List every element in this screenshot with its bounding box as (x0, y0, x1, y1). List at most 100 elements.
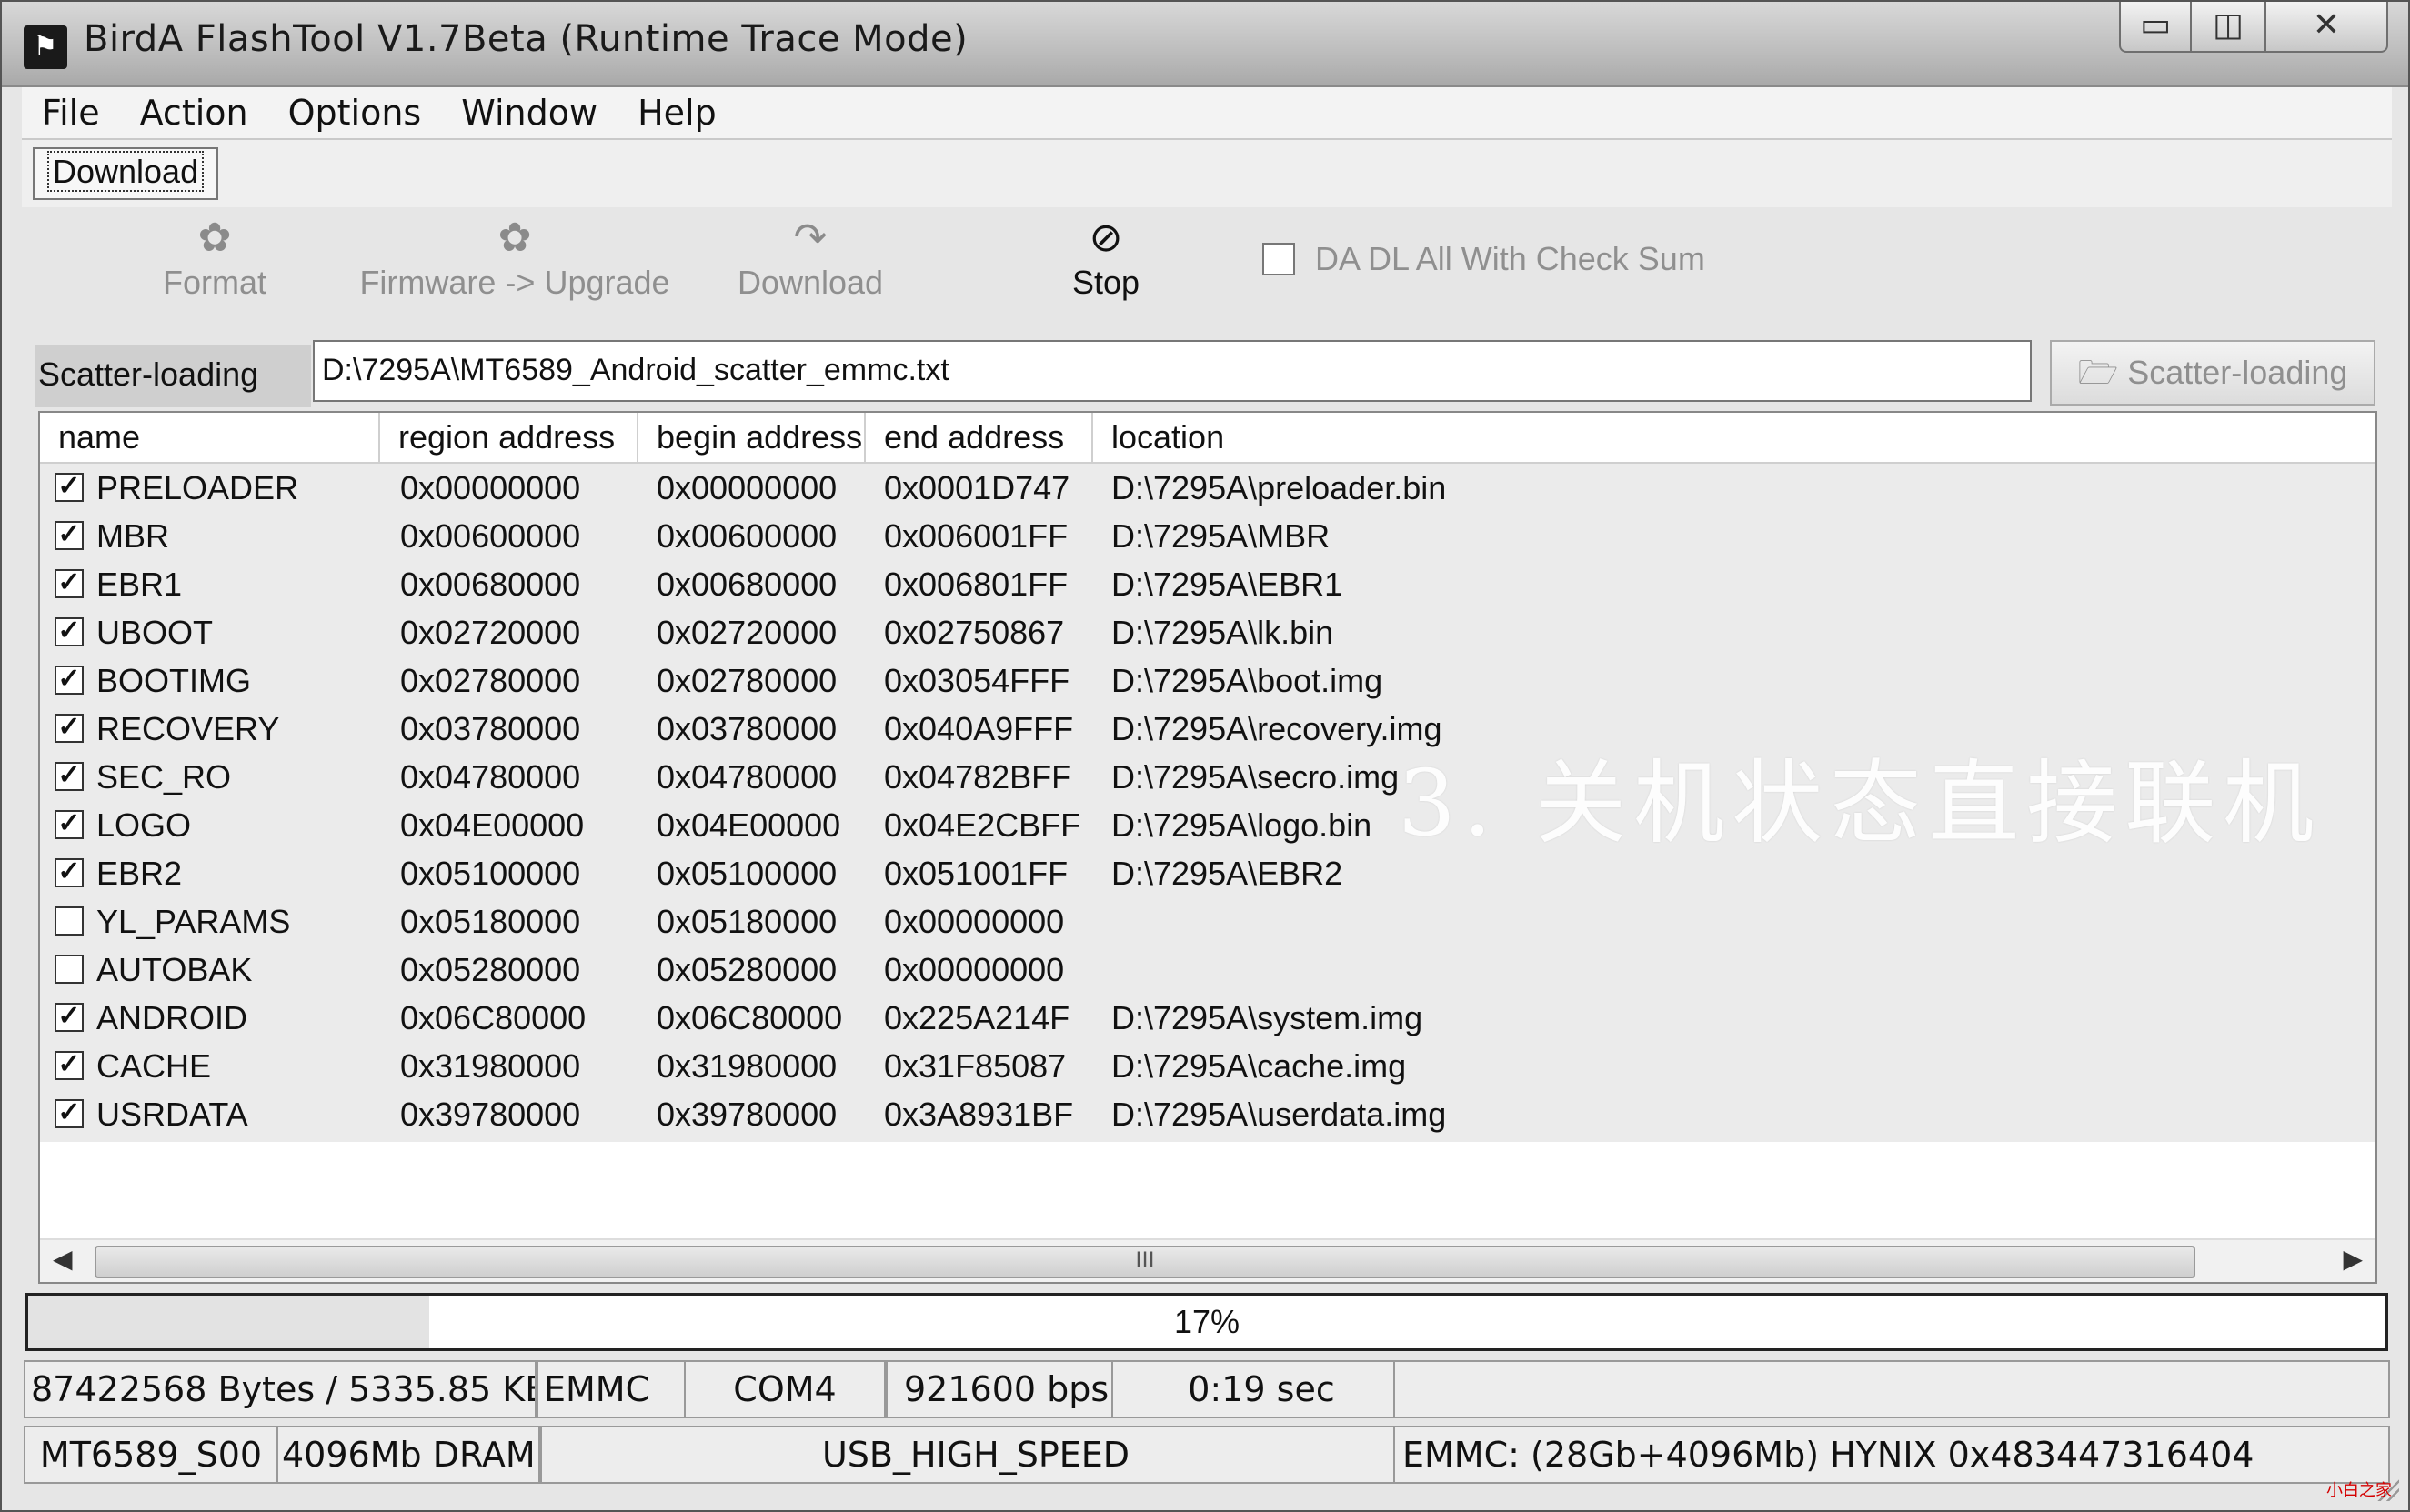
checksum-checkbox[interactable] (1262, 243, 1295, 275)
row-checkbox[interactable]: ✓ (55, 1003, 84, 1032)
status-dram: 4096Mb DRAM (276, 1426, 540, 1484)
minimize-icon[interactable]: ▭ (2119, 2, 2192, 53)
firmware-upgrade-label: Firmware -> Upgrade (359, 264, 670, 301)
cell-end: 0x225A214F (884, 999, 1070, 1036)
cell-region: 0x00680000 (400, 566, 581, 603)
menu-bar: File Action Options Window Help (22, 87, 2392, 140)
cell-region: 0x00600000 (400, 517, 581, 555)
tab-download-label: Download (47, 151, 205, 192)
menu-action[interactable]: Action (120, 93, 268, 133)
progress-label: 17% (1173, 1303, 1240, 1340)
cell-location: D:\7295A\EBR1 (1111, 566, 1343, 603)
cell-region: 0x39780000 (400, 1096, 581, 1133)
download-button[interactable]: ↷ Download (706, 213, 915, 302)
row-checkbox[interactable]: ✓ (55, 569, 84, 598)
cell-region: 0x04780000 (400, 758, 581, 796)
table-row[interactable]: AUTOBAK 0x05280000 0x05280000 0x00000000 (40, 946, 2375, 994)
column-end-address[interactable]: end address (866, 413, 1093, 462)
firmware-upgrade-icon: ✿ (497, 215, 532, 260)
cell-location: D:\7295A\secro.img (1111, 758, 1400, 796)
row-checkbox[interactable]: ✓ (55, 810, 84, 839)
column-location[interactable]: location (1093, 413, 2375, 462)
row-checkbox[interactable]: ✓ (55, 714, 84, 743)
menu-options[interactable]: Options (268, 93, 442, 133)
row-checkbox[interactable]: ✓ (55, 521, 84, 550)
status-storage: EMMC (537, 1360, 706, 1418)
flashtool-window: ⚑ BirdA FlashTool V1.7Beta (Runtime Trac… (0, 0, 2410, 1512)
cell-region: 0x04E00000 (400, 806, 585, 844)
cell-begin: 0x05180000 (657, 903, 838, 940)
status-bar-2: MT6589_S00 4096Mb DRAM USB_HIGH_SPEED EM… (24, 1426, 2390, 1486)
horizontal-scrollbar[interactable]: ◀ III ▶ (40, 1238, 2375, 1282)
cell-name: LOGO (96, 806, 192, 844)
cell-end: 0x00000000 (884, 903, 1065, 940)
column-region-address[interactable]: region address (380, 413, 638, 462)
status-bar-1: 87422568 Bytes / 5335.85 KBp EMMC COM4 9… (24, 1360, 2390, 1420)
download-icon: ↷ (793, 215, 828, 260)
status-emmc: EMMC: (28Gb+4096Mb) HYNIX 0x483447316404 (1393, 1426, 2390, 1484)
row-checkbox[interactable]: ✓ (55, 762, 84, 791)
status-bytes: 87422568 Bytes / 5335.85 KBp (24, 1360, 537, 1418)
row-checkbox[interactable] (55, 955, 84, 984)
cell-location: D:\7295A\preloader.bin (1111, 469, 1447, 506)
table-row[interactable]: YL_PARAMS 0x05180000 0x05180000 0x00000000 (40, 897, 2375, 946)
maximize-icon[interactable]: ◫ (2192, 2, 2266, 53)
scroll-left-icon[interactable]: ◀ (53, 1244, 73, 1274)
format-button[interactable]: ✿ Format (124, 213, 306, 302)
checksum-option[interactable]: DA DL All With Check Sum (1262, 240, 1705, 278)
table-row[interactable]: ✓ UBOOT 0x02720000 0x02720000 0x02750867 D:\7… (40, 608, 2375, 656)
progress-bar: 17% (25, 1293, 2388, 1351)
row-checkbox[interactable]: ✓ (55, 1051, 84, 1080)
firmware-upgrade-button[interactable]: ✿ Firmware -> Upgrade (333, 213, 697, 302)
row-checkbox[interactable]: ✓ (55, 858, 84, 887)
table-row[interactable]: ✓ EBR1 0x00680000 0x00680000 0x006801FF D:\72… (40, 560, 2375, 608)
row-checkbox[interactable]: ✓ (55, 1099, 84, 1128)
row-checkbox[interactable]: ✓ (55, 473, 84, 502)
table-row[interactable]: ✓ USRDATA 0x39780000 0x39780000 0x3A8931BF D:… (40, 1090, 2375, 1138)
cell-location: D:\7295A\EBR2 (1111, 855, 1343, 892)
table-row[interactable]: ✓ BOOTIMG 0x02780000 0x02780000 0x03054FFF D:… (40, 656, 2375, 705)
cell-name: ANDROID (96, 999, 248, 1036)
toolbar: ✿ Format ✿ Firmware -> Upgrade ↷ Downloa… (33, 213, 2379, 331)
scroll-thumb[interactable]: III (95, 1246, 2195, 1278)
cell-name: UBOOT (96, 614, 214, 651)
cell-name: SEC_RO (96, 758, 232, 796)
cell-name: USRDATA (96, 1096, 248, 1133)
close-icon[interactable]: ✕ (2266, 2, 2388, 53)
cell-location: D:\7295A\boot.img (1111, 662, 1383, 699)
menu-window[interactable]: Window (441, 93, 618, 133)
cell-name: BOOTIMG (96, 662, 251, 699)
cell-end: 0x31F85087 (884, 1047, 1067, 1085)
scatter-loading-button[interactable]: 🗁 Scatter-loading (2050, 340, 2375, 406)
cell-begin: 0x02780000 (657, 662, 838, 699)
cell-region: 0x06C80000 (400, 999, 587, 1036)
table-row[interactable]: ✓ CACHE 0x31980000 0x31980000 0x31F85087 D:\7… (40, 1042, 2375, 1090)
stop-button[interactable]: ⊘ Stop (1033, 213, 1179, 302)
scroll-right-icon[interactable]: ▶ (2343, 1244, 2363, 1274)
cell-begin: 0x02720000 (657, 614, 838, 651)
cell-end: 0x006001FF (884, 517, 1069, 555)
column-name[interactable]: name (40, 413, 380, 462)
menu-help[interactable]: Help (618, 93, 737, 133)
column-begin-address[interactable]: begin address (638, 413, 866, 462)
row-checkbox[interactable]: ✓ (55, 617, 84, 646)
tab-download[interactable]: Download (33, 147, 219, 200)
cell-begin: 0x04780000 (657, 758, 838, 796)
table-row[interactable]: ✓ ANDROID 0x06C80000 0x06C80000 0x225A214F D:… (40, 994, 2375, 1042)
cell-end: 0x006801FF (884, 566, 1069, 603)
cell-region: 0x02780000 (400, 662, 581, 699)
status-port: COM4 (684, 1360, 886, 1418)
row-checkbox[interactable]: ✓ (55, 666, 84, 695)
cell-begin: 0x31980000 (657, 1047, 838, 1085)
menu-file[interactable]: File (22, 93, 120, 133)
cell-begin: 0x00600000 (657, 517, 838, 555)
cell-begin: 0x03780000 (657, 710, 838, 747)
row-checkbox[interactable] (55, 906, 84, 936)
table-row[interactable]: ✓ PRELOADER 0x00000000 0x00000000 0x0001D747… (40, 464, 2375, 512)
cell-name: AUTOBAK (96, 951, 253, 988)
cell-location: D:\7295A\userdata.img (1111, 1096, 1447, 1133)
cell-region: 0x05180000 (400, 903, 581, 940)
table-row[interactable]: ✓ MBR 0x00600000 0x00600000 0x006001FF D:\729… (40, 512, 2375, 560)
scatter-file-path-field[interactable]: D:\7295A\MT6589_Android_scatter_emmc.txt (313, 340, 2032, 402)
title-bar[interactable]: ⚑ BirdA FlashTool V1.7Beta (Runtime Trac… (2, 2, 2408, 87)
